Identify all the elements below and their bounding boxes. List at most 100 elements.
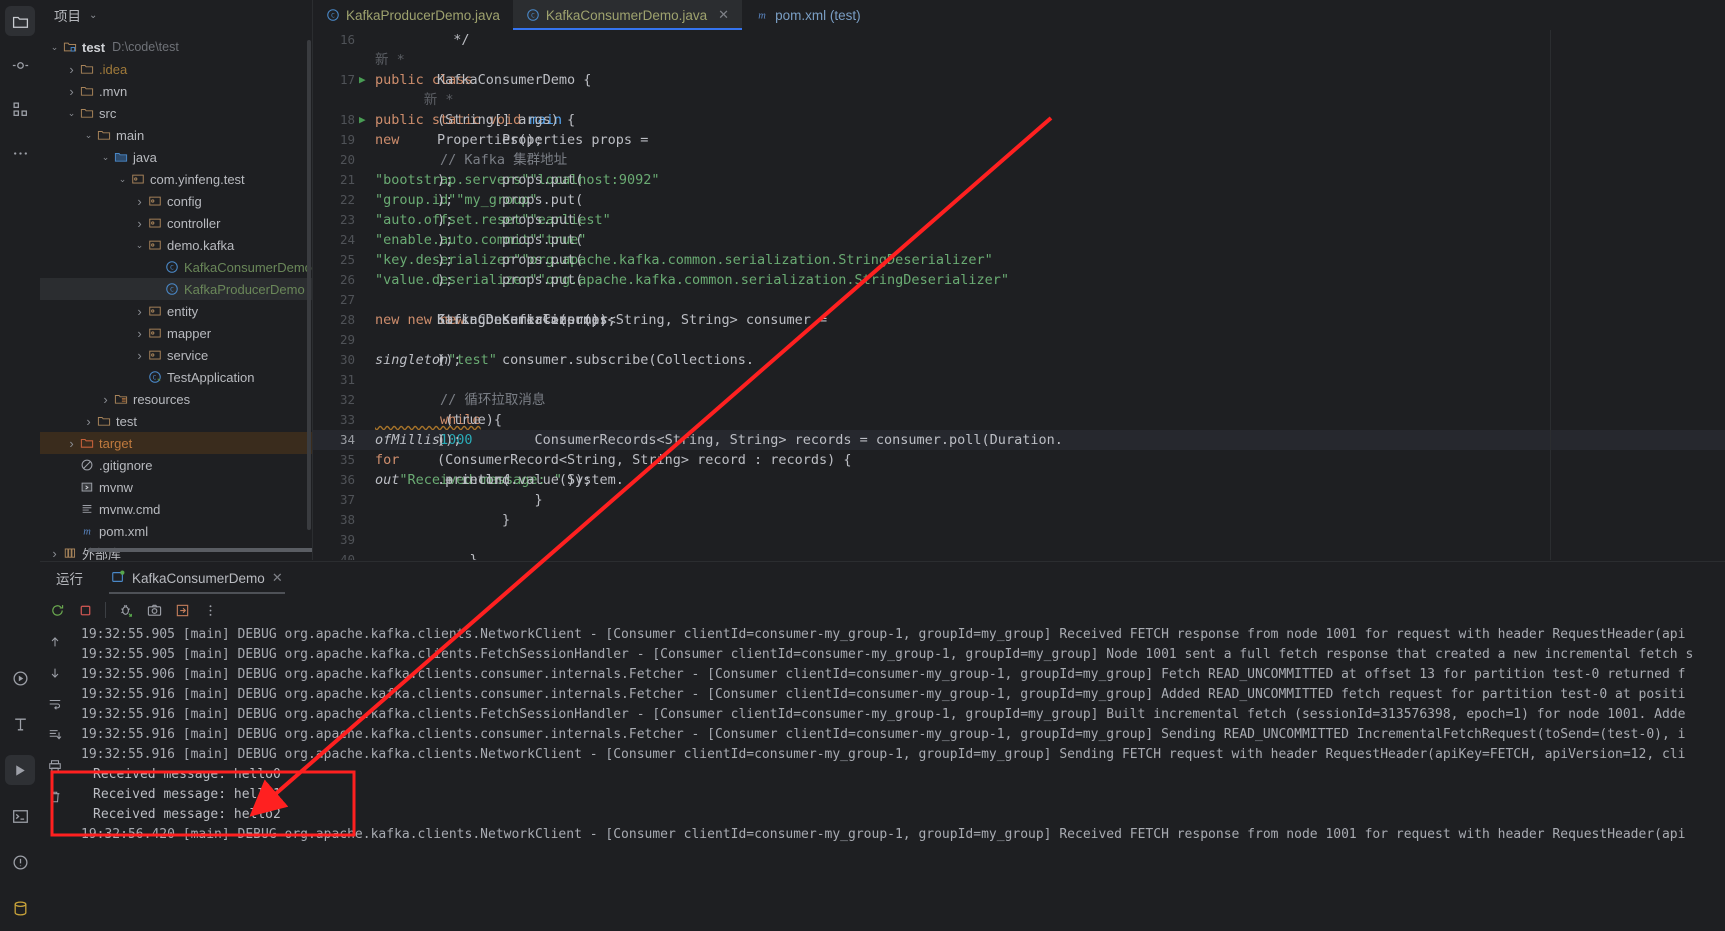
tree-node-target[interactable]: › target bbox=[40, 432, 312, 454]
rerun-button[interactable] bbox=[44, 597, 70, 623]
tree-node-testapplication[interactable]: C TestApplication bbox=[40, 366, 312, 388]
code-line[interactable]: 24 props.put("enable.auto.commit", "true… bbox=[313, 230, 1725, 250]
code-line[interactable]: 38 } bbox=[313, 510, 1725, 530]
chevron-right-icon[interactable]: › bbox=[133, 326, 146, 341]
print-button[interactable] bbox=[43, 755, 67, 777]
commit-icon[interactable] bbox=[5, 50, 35, 80]
project-icon[interactable] bbox=[5, 6, 35, 36]
editor-tab-bar[interactable]: C KafkaProducerDemo.java C KafkaConsumerDem… bbox=[313, 0, 1725, 30]
database-icon[interactable] bbox=[5, 893, 35, 923]
code-line[interactable]: 29 bbox=[313, 330, 1725, 350]
scroll-down-button[interactable] bbox=[43, 662, 67, 684]
tree-node-entity[interactable]: › entity bbox=[40, 300, 312, 322]
chevron-down-icon[interactable]: ⌄ bbox=[89, 10, 97, 21]
chevron-down-icon[interactable]: ⌄ bbox=[65, 108, 78, 119]
tree-node-demo-kafka[interactable]: ⌄ demo.kafka bbox=[40, 234, 312, 256]
tree-node-test[interactable]: ⌄ test D:\code\test bbox=[40, 36, 312, 58]
terminal-icon[interactable] bbox=[5, 801, 35, 831]
stop-button[interactable] bbox=[72, 597, 98, 623]
close-icon[interactable]: ✕ bbox=[272, 570, 283, 586]
tree-node--idea[interactable]: › .idea bbox=[40, 58, 312, 80]
code-line[interactable]: 18 ▶ public static void main (String[] arg… bbox=[313, 110, 1725, 130]
code-line[interactable]: 19 Properties props = new Properties(); bbox=[313, 130, 1725, 150]
chevron-down-icon[interactable]: ⌄ bbox=[116, 174, 129, 185]
tree-node-src[interactable]: ⌄ src bbox=[40, 102, 312, 124]
chevron-down-icon[interactable]: ⌄ bbox=[133, 240, 146, 251]
chevron-down-icon[interactable]: ⌄ bbox=[99, 152, 112, 163]
chevron-right-icon[interactable]: › bbox=[65, 436, 78, 451]
console-output[interactable]: 19:32:55.905 [main] DEBUG org.apache.kaf… bbox=[71, 625, 1725, 931]
screenshot-button[interactable] bbox=[141, 597, 167, 623]
chevron-right-icon[interactable]: › bbox=[133, 216, 146, 231]
code-line[interactable]: 22 props.put("group.id", "my_group"); bbox=[313, 190, 1725, 210]
tree-node-pom-xml[interactable]: m pom.xml bbox=[40, 520, 312, 542]
more-tool-windows-icon[interactable] bbox=[5, 138, 35, 168]
tree-node-resources[interactable]: › resources bbox=[40, 388, 312, 410]
chevron-right-icon[interactable]: › bbox=[65, 62, 78, 77]
tree-node-main[interactable]: ⌄ main bbox=[40, 124, 312, 146]
code-line[interactable]: 27 bbox=[313, 290, 1725, 310]
code-line[interactable]: 35 for (ConsumerRecord<String, String> r… bbox=[313, 450, 1725, 470]
tree-node-kafkaproducerdemo[interactable]: C KafkaProducerDemo bbox=[40, 278, 312, 300]
code-line[interactable]: 23 props.put("auto.offset.reset", "earli… bbox=[313, 210, 1725, 230]
editor-tab-kafkaproducerdemo-java[interactable]: C KafkaProducerDemo.java bbox=[313, 0, 513, 30]
more-options-button[interactable] bbox=[197, 597, 223, 623]
chevron-down-icon[interactable]: ⌄ bbox=[48, 42, 61, 53]
tree-node-mvnw[interactable]: mvnw bbox=[40, 476, 312, 498]
code-line[interactable]: 34 ConsumerRecords<String, String> recor… bbox=[313, 430, 1725, 450]
run-gutter-icon[interactable]: ▶ bbox=[359, 70, 366, 90]
code-line[interactable]: 新 * bbox=[313, 90, 1725, 110]
structure-icon[interactable] bbox=[5, 94, 35, 124]
run-tab-kafkaconsumerdemo[interactable]: KafkaConsumerDemo ✕ bbox=[101, 563, 293, 594]
code-line[interactable]: 31 bbox=[313, 370, 1725, 390]
tree-node--mvn[interactable]: › .mvn bbox=[40, 80, 312, 102]
chevron-down-icon[interactable]: ⌄ bbox=[82, 130, 95, 141]
scroll-to-end-button[interactable] bbox=[43, 724, 67, 746]
chevron-right-icon[interactable]: › bbox=[82, 414, 95, 429]
tree-node-service[interactable]: › service bbox=[40, 344, 312, 366]
code-editor[interactable]: 16 */ 新 * 17 ▶ public class KafkaConsumerDem… bbox=[313, 30, 1725, 560]
code-line[interactable]: 40 } bbox=[313, 550, 1725, 560]
project-vertical-scrollbar[interactable] bbox=[307, 40, 311, 530]
editor-tab-pom-xml-test-[interactable]: m pom.xml (test) bbox=[742, 0, 874, 30]
tree-node-config[interactable]: › config bbox=[40, 190, 312, 212]
tree-node-mvnw-cmd[interactable]: mvnw.cmd bbox=[40, 498, 312, 520]
editor-tab-kafkaconsumerdemo-java[interactable]: C KafkaConsumerDemo.java ✕ bbox=[512, 0, 743, 30]
code-line[interactable]: 新 * bbox=[313, 50, 1725, 70]
code-content[interactable]: 16 */ 新 * 17 ▶ public class KafkaConsumerDem… bbox=[313, 30, 1725, 560]
run-icon[interactable] bbox=[5, 663, 35, 693]
code-line[interactable]: 36 System. out .println("Received message:… bbox=[313, 470, 1725, 490]
code-line[interactable]: 17 ▶ public class KafkaConsumerDemo { bbox=[313, 70, 1725, 90]
run-gutter-icon[interactable]: ▶ bbox=[359, 110, 366, 130]
chevron-right-icon[interactable]: › bbox=[48, 546, 61, 561]
tree-node-java[interactable]: ⌄ java bbox=[40, 146, 312, 168]
code-line[interactable]: 16 */ bbox=[313, 30, 1725, 50]
code-line[interactable]: 37 } bbox=[313, 490, 1725, 510]
tree-node-test[interactable]: › test bbox=[40, 410, 312, 432]
run-panel-divider[interactable] bbox=[40, 561, 1725, 562]
project-horizontal-scrollbar[interactable] bbox=[88, 548, 312, 552]
project-tree[interactable]: ⌄ test D:\code\test › .idea › .mvn ⌄ src ⌄ main ⌄ ja… bbox=[40, 30, 312, 560]
code-line[interactable]: 32 // 循环拉取消息 bbox=[313, 390, 1725, 410]
todo-icon[interactable] bbox=[5, 709, 35, 739]
scroll-up-button[interactable] bbox=[43, 631, 67, 653]
soft-wrap-button[interactable] bbox=[43, 693, 67, 715]
tree-node-kafkaconsumerdemo[interactable]: C KafkaConsumerDemo bbox=[40, 256, 312, 278]
code-line[interactable]: 21 props.put("bootstrap.servers", "local… bbox=[313, 170, 1725, 190]
code-line[interactable]: 30 consumer.subscribe(Collections. single… bbox=[313, 350, 1725, 370]
code-line[interactable]: 26 props.put("value.deserializer", "org.… bbox=[313, 270, 1725, 290]
tree-node-mapper[interactable]: › mapper bbox=[40, 322, 312, 344]
tree-node--gitignore[interactable]: .gitignore bbox=[40, 454, 312, 476]
chevron-right-icon[interactable]: › bbox=[99, 392, 112, 407]
code-line[interactable]: 33 while (true){ bbox=[313, 410, 1725, 430]
code-line[interactable]: 28 KafkaConsumer<String, String> consume… bbox=[313, 310, 1725, 330]
clear-all-button[interactable] bbox=[43, 786, 67, 808]
tree-node-com-yinfeng-test[interactable]: ⌄ com.yinfeng.test bbox=[40, 168, 312, 190]
close-icon[interactable]: ✕ bbox=[718, 7, 729, 23]
project-header[interactable]: 项目 ⌄ bbox=[40, 0, 312, 30]
problems-icon[interactable] bbox=[5, 847, 35, 877]
chevron-right-icon[interactable]: › bbox=[65, 84, 78, 99]
tree-node-controller[interactable]: › controller bbox=[40, 212, 312, 234]
chevron-right-icon[interactable]: › bbox=[133, 304, 146, 319]
code-line[interactable]: 20 // Kafka 集群地址 bbox=[313, 150, 1725, 170]
